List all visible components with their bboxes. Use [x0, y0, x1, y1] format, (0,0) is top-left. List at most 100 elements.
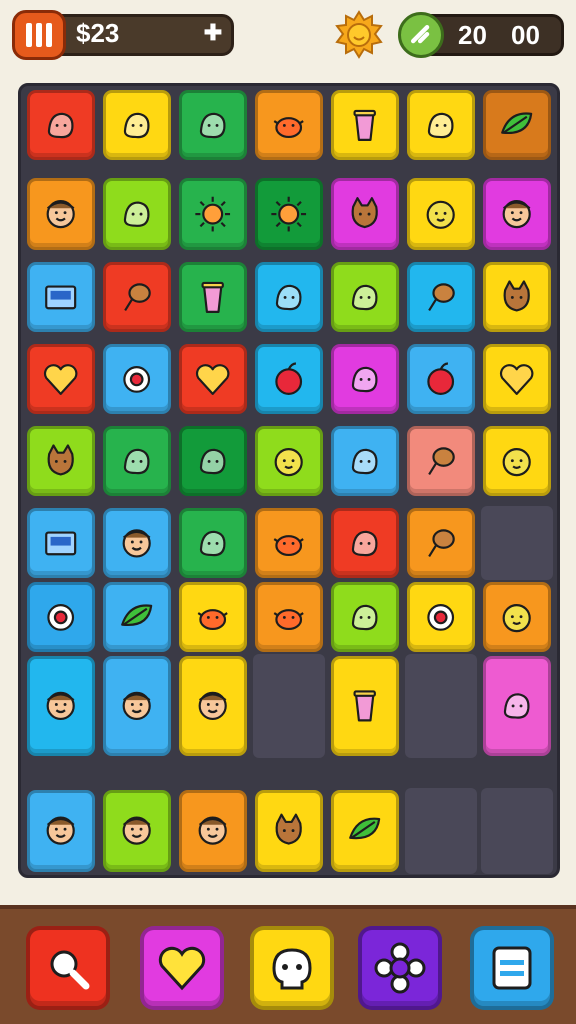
planet-icon [30, 585, 92, 649]
cat-icon [486, 265, 548, 329]
powerup-button[interactable] [250, 926, 334, 1010]
board-tile[interactable] [255, 582, 323, 652]
board-tile[interactable] [483, 426, 551, 496]
board-tile[interactable] [179, 582, 247, 652]
board-tile[interactable] [331, 262, 399, 332]
board-tile[interactable] [27, 344, 95, 414]
board-tile[interactable] [179, 178, 247, 250]
face-icon [30, 659, 92, 753]
powerup-button[interactable] [470, 926, 554, 1010]
board-tile[interactable] [103, 344, 171, 414]
empty-slot [481, 506, 553, 580]
apple-icon [410, 347, 472, 411]
board-tile[interactable] [407, 426, 475, 496]
board-tile[interactable] [255, 790, 323, 872]
bread-icon [106, 265, 168, 329]
board-tile[interactable] [407, 344, 475, 414]
board-tile[interactable] [103, 178, 171, 250]
blob-face-icon [486, 429, 548, 493]
board-tile[interactable] [407, 262, 475, 332]
skull-icon [264, 940, 320, 996]
board-tile[interactable] [331, 344, 399, 414]
powerup-button[interactable] [140, 926, 224, 1010]
board-tile[interactable] [331, 426, 399, 496]
board-tile[interactable] [27, 262, 95, 332]
powerup-button[interactable] [358, 926, 442, 1010]
board-tile[interactable] [179, 262, 247, 332]
sun-icon [258, 181, 320, 247]
worm-icon [182, 429, 244, 493]
board-tile[interactable] [179, 656, 247, 756]
board-tile[interactable] [255, 344, 323, 414]
board-tile[interactable] [331, 508, 399, 578]
board-tile[interactable] [255, 90, 323, 160]
board-tile[interactable] [483, 262, 551, 332]
board-tile[interactable] [331, 582, 399, 652]
face-icon [486, 181, 548, 247]
board-tile[interactable] [27, 90, 95, 160]
board-tile[interactable] [255, 426, 323, 496]
sun-icon [334, 10, 384, 60]
heart-icon [154, 940, 210, 996]
board-tile[interactable] [27, 426, 95, 496]
pause-icon [26, 23, 32, 47]
board-tile[interactable] [331, 178, 399, 250]
board-tile[interactable] [103, 262, 171, 332]
pencil-icon [334, 265, 396, 329]
flower-icon [372, 940, 428, 996]
board-tile[interactable] [103, 790, 171, 872]
board-tile[interactable] [179, 790, 247, 872]
time-minutes: 00 [511, 20, 540, 50]
board-tile[interactable] [407, 508, 475, 578]
empty-slot [253, 654, 325, 758]
board-tile[interactable] [27, 582, 95, 652]
microphone-icon [182, 511, 244, 575]
board-tile[interactable] [483, 90, 551, 160]
board-tile[interactable] [407, 90, 475, 160]
board-tile[interactable] [179, 90, 247, 160]
board-tile[interactable] [483, 582, 551, 652]
board-tile[interactable] [255, 508, 323, 578]
board-tile[interactable] [255, 178, 323, 250]
dove-icon [334, 429, 396, 493]
add-money-icon[interactable]: ✚ [202, 22, 224, 44]
board-tile[interactable] [103, 426, 171, 496]
leaf-icon [486, 93, 548, 157]
cup-icon [182, 265, 244, 329]
board-tile[interactable] [179, 508, 247, 578]
board-tile[interactable] [407, 178, 475, 250]
screen-icon [30, 265, 92, 329]
board-tile[interactable] [331, 656, 399, 756]
board-tile[interactable] [27, 508, 95, 578]
heart-icon [182, 347, 244, 411]
board-tile[interactable] [407, 582, 475, 652]
board-tile[interactable] [331, 90, 399, 160]
board-tile[interactable] [255, 262, 323, 332]
clock-icon[interactable] [398, 12, 444, 58]
board-tile[interactable] [331, 790, 399, 872]
powerup-bar [0, 905, 576, 1024]
board-tile[interactable] [27, 790, 95, 872]
board-tile[interactable] [103, 582, 171, 652]
board-tile[interactable] [103, 508, 171, 578]
powerup-button[interactable] [26, 926, 110, 1010]
bag-icon [182, 93, 244, 157]
cheese-icon [106, 181, 168, 247]
board-tile[interactable] [27, 656, 95, 756]
board-tile[interactable] [483, 178, 551, 250]
board-tile[interactable] [103, 656, 171, 756]
board-tile[interactable] [179, 344, 247, 414]
board-tile[interactable] [103, 90, 171, 160]
shark-icon [106, 429, 168, 493]
pause-button[interactable] [12, 10, 66, 60]
board-tile[interactable] [179, 426, 247, 496]
apple-icon [258, 347, 320, 411]
drumstick-icon [410, 265, 472, 329]
pineapple-icon [334, 511, 396, 575]
glass-icon [334, 93, 396, 157]
empty-slot [405, 654, 477, 758]
board-tile[interactable] [483, 656, 551, 756]
board-tile[interactable] [27, 178, 95, 250]
chick-icon [182, 585, 244, 649]
board-tile[interactable] [483, 344, 551, 414]
